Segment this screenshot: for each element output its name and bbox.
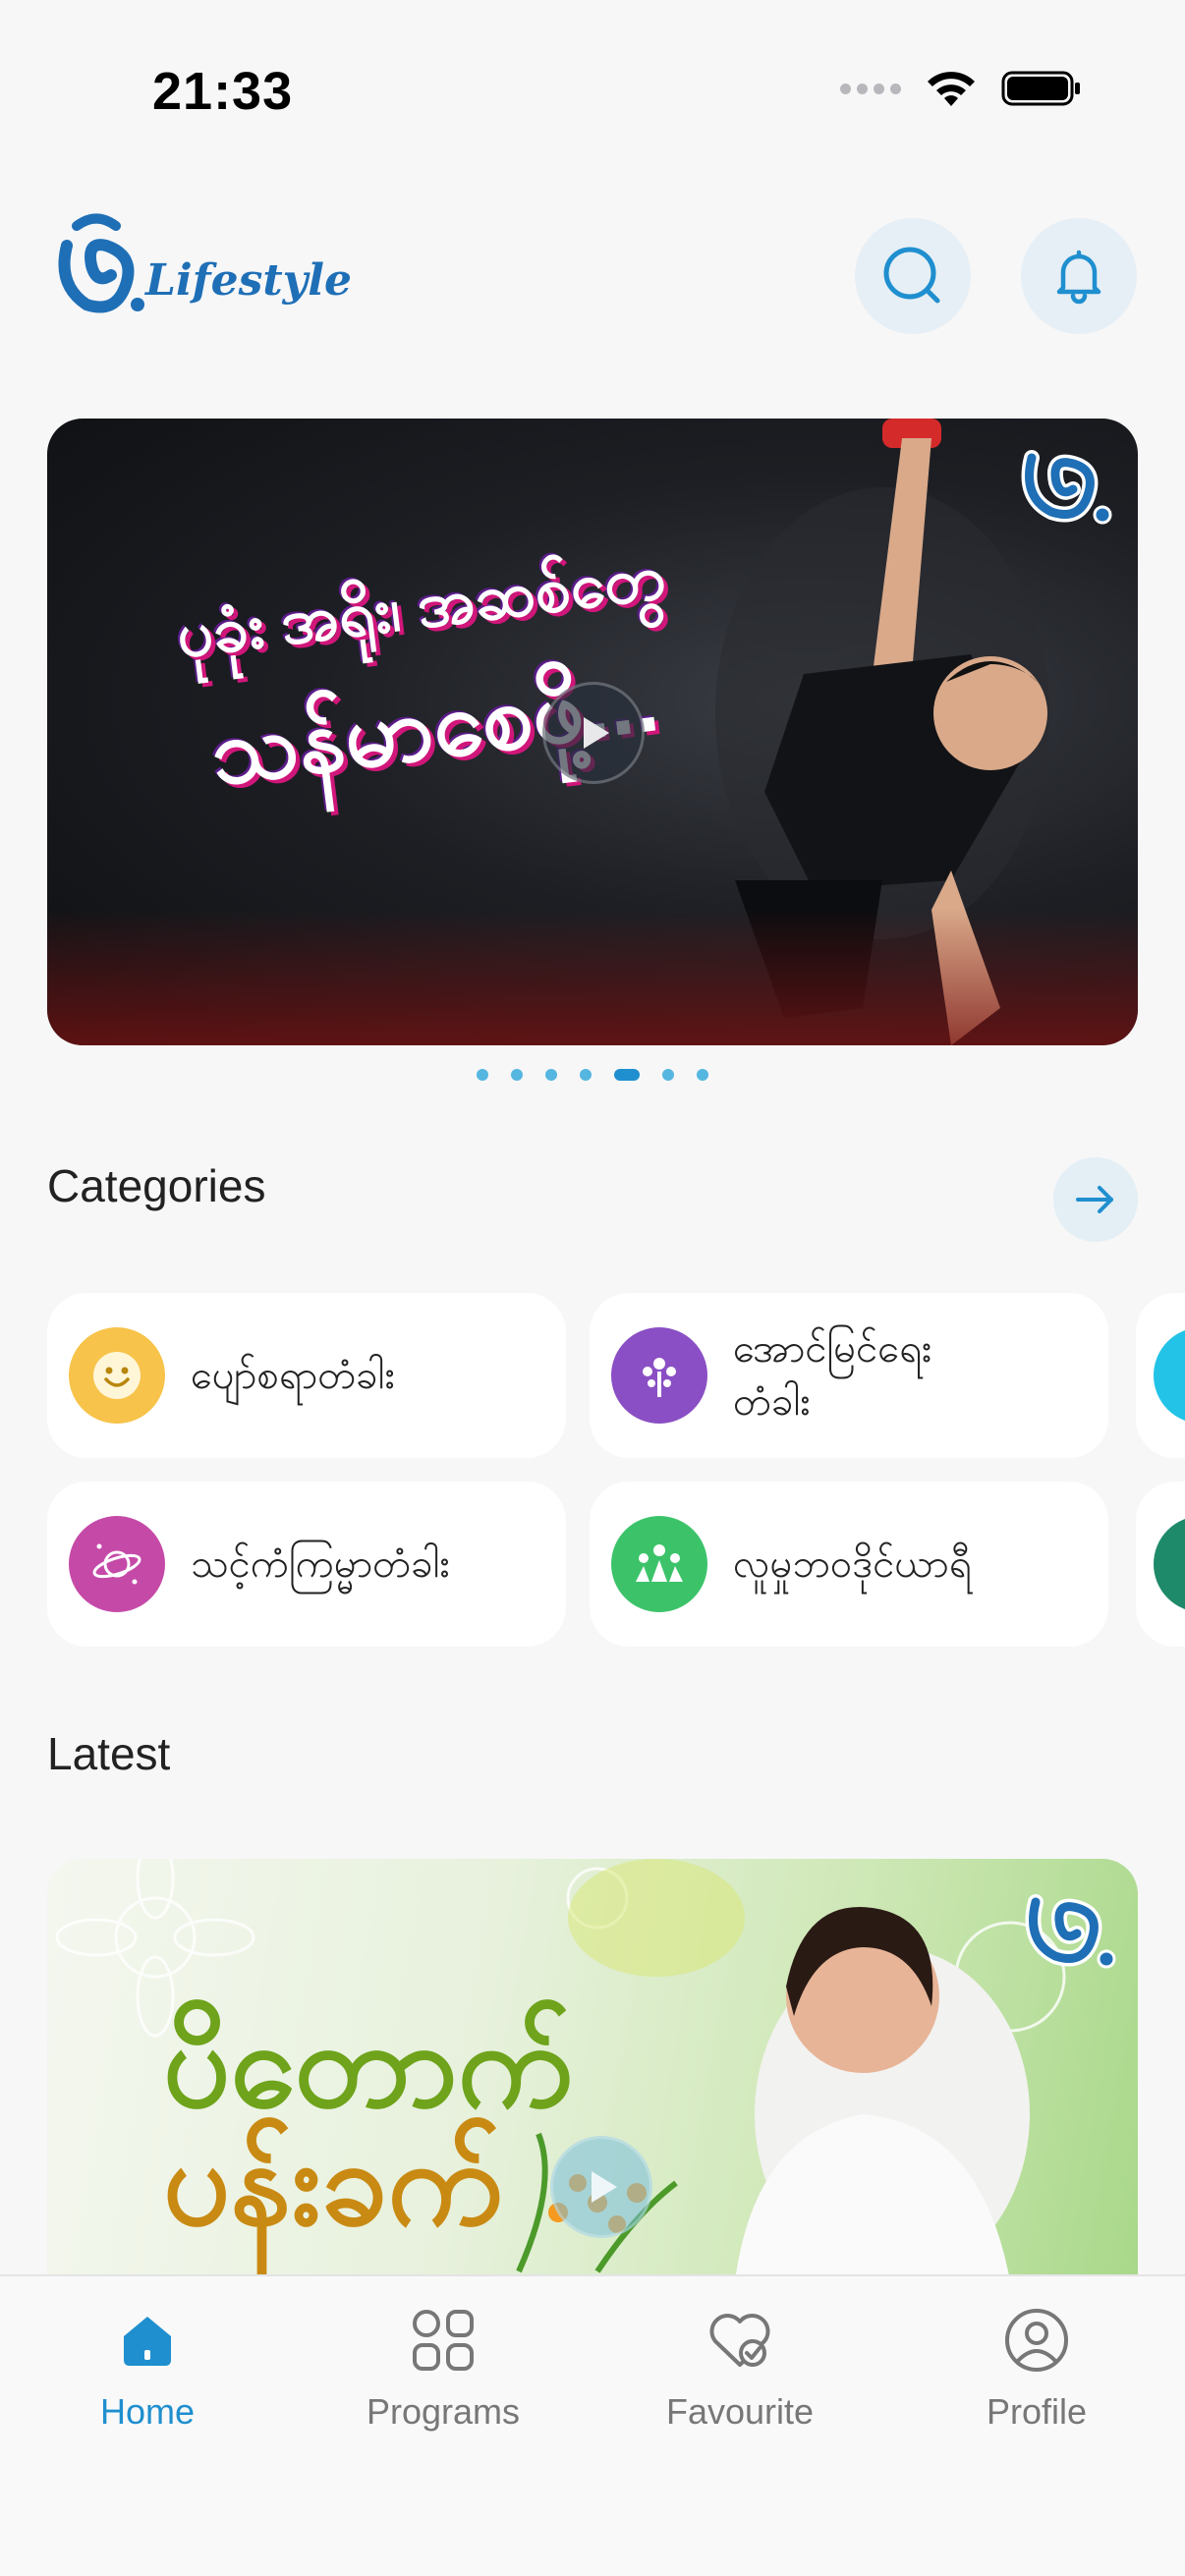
arrow-right-icon [1076,1186,1113,1213]
growth-tree-icon [611,1327,707,1424]
carousel-dot[interactable] [545,1069,557,1081]
carousel-dot[interactable] [580,1069,592,1081]
category-icon [1154,1516,1185,1612]
community-icon [611,1516,707,1612]
tab-label: Profile [986,2391,1088,2432]
tab-label: Favourite [665,2391,815,2432]
logo-mark-icon [58,213,144,313]
carousel-dot-active[interactable] [614,1069,640,1081]
brand-watermark-icon [1021,450,1112,525]
carousel-dot[interactable] [511,1069,523,1081]
search-icon [883,247,940,304]
tab-programs[interactable]: Programs [325,2301,561,2433]
category-card-social-diary[interactable]: လူမှုဘဝဒိုင်ယာရီ [590,1482,1108,1647]
carousel-dot[interactable] [662,1069,674,1081]
banner-play-button[interactable] [542,682,645,784]
carousel-dot[interactable] [697,1069,708,1081]
user-circle-icon [997,2301,1076,2380]
category-label: ပျော်စရာတံခါး [191,1354,395,1397]
planet-icon [69,1516,165,1612]
battery-icon [1001,71,1080,106]
app-logo: Lifestyle [47,206,352,334]
category-label: သင့်ကံကြမ္မာတံခါး [191,1542,450,1586]
latest-title: Latest [47,1728,171,1779]
bell-icon [1056,250,1101,305]
carousel-indicator [0,1069,1185,1081]
brand-watermark-icon [1025,1894,1116,1969]
latest-card-title: ပိတောက် ပန်းခက် [163,2006,573,2242]
tab-label: Programs [366,2391,521,2432]
heart-check-icon [701,2301,779,2380]
home-icon [108,2301,187,2380]
grid-icon [404,2301,482,2380]
latest-play-button[interactable] [550,2136,652,2238]
smiley-icon [69,1327,165,1424]
categories-title: Categories [47,1160,266,1211]
category-label: အောင်မြင်ရေး တံခါး [733,1327,932,1424]
cellular-signal-icon [840,83,901,94]
category-card-fortune[interactable]: သင့်ကံကြမ္မာတံခါး [47,1482,566,1647]
latest-card-line2: ပန်းခက် [163,2117,503,2249]
latest-card-line1: ပိတောက် [163,1999,574,2131]
play-icon [584,717,609,749]
category-card-happy[interactable]: ပျော်စရာတံခါး [47,1293,566,1458]
app-header: Lifestyle [0,187,1185,344]
category-label: လူမှုဘဝဒိုင်ယာရီ [733,1542,972,1586]
category-card-partial[interactable] [1136,1293,1185,1458]
logo-text: Lifestyle [145,255,352,306]
category-card-partial[interactable] [1136,1482,1185,1647]
notifications-button[interactable] [1021,218,1137,334]
status-bar: 21:33 [0,0,1185,187]
status-time: 21:33 [152,62,294,121]
categories-see-all-button[interactable] [1053,1157,1138,1242]
carousel-dot[interactable] [477,1069,488,1081]
tab-home[interactable]: Home [29,2301,265,2433]
tab-favourite[interactable]: Favourite [622,2301,858,2433]
bottom-tab-bar: Home Programs Favourite Profile [0,2274,1185,2576]
featured-banner[interactable]: ပုခုံး အရိုး၊ အဆစ်တွေ သန်မာစေဖို့... [47,419,1138,1045]
banner-floor [47,908,1138,1045]
wifi-icon [928,72,975,106]
tab-profile[interactable]: Profile [919,2301,1155,2433]
search-button[interactable] [855,218,971,334]
status-icons [840,69,1082,108]
latest-video-card[interactable]: ပိတောက် ပန်းခက် [47,1859,1138,2281]
play-icon [592,2171,617,2203]
tab-label: Home [99,2391,196,2432]
globe-icon [1154,1327,1185,1424]
category-card-success[interactable]: အောင်မြင်ရေး တံခါး [590,1293,1108,1458]
